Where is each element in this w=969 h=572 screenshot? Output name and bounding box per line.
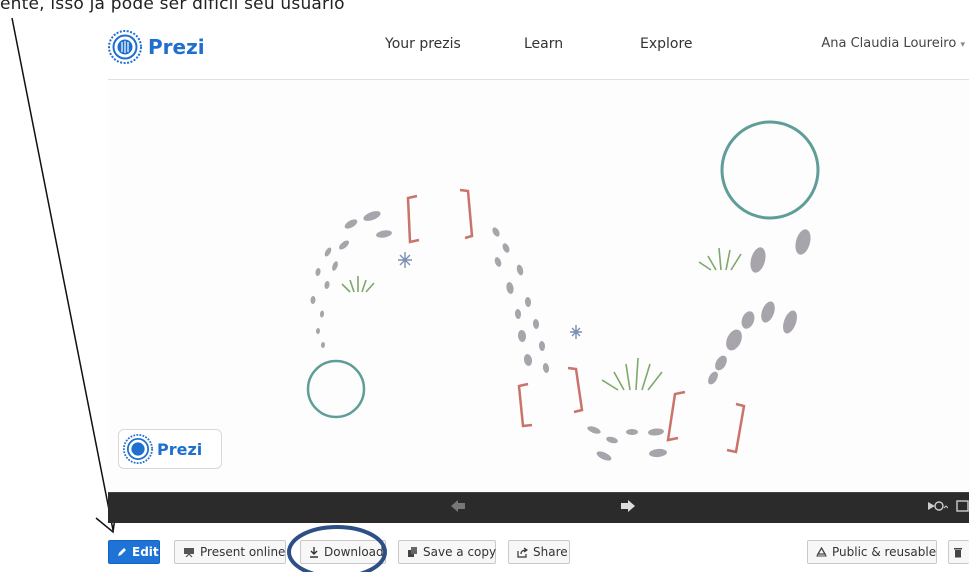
canvas-prezi-logo: Prezi [118, 429, 222, 469]
footprint-trail [310, 211, 811, 461]
arrow-right-icon[interactable] [620, 498, 636, 514]
presentation-icon [184, 547, 194, 557]
user-menu[interactable]: Ana Claudia Loureiro ▾ [821, 36, 965, 51]
nav-explore[interactable]: Explore [640, 36, 693, 52]
download-icon [310, 546, 318, 558]
canvas-drawing [306, 120, 820, 461]
edit-label: Edit [132, 545, 159, 559]
nav-your-prezis[interactable]: Your prezis [385, 36, 461, 52]
copy-icon [408, 546, 417, 557]
save-copy-label: Save a copy [423, 545, 497, 559]
thistle-flowers [398, 252, 582, 339]
present-online-label: Present online [200, 545, 286, 559]
brand-name: Prezi [148, 35, 205, 59]
canvas-logo-text: Prezi [157, 439, 203, 459]
top-bar: Prezi Your prezis Learn Explore Ana Clau… [108, 22, 969, 68]
grass-tufts [341, 247, 742, 391]
share-button[interactable]: Share [508, 540, 570, 564]
delete-button[interactable] [948, 540, 969, 564]
recycle-icon [816, 546, 827, 556]
prezi-logo-icon [108, 30, 142, 64]
autoplay-icon[interactable] [926, 498, 948, 514]
share-label: Share [533, 545, 568, 559]
save-copy-button[interactable]: Save a copy [398, 540, 496, 564]
prezi-logo-icon [123, 434, 153, 464]
chevron-down-icon: ▾ [960, 40, 965, 50]
action-toolbar: Edit Present online Download Save a copy… [108, 540, 969, 566]
edit-button[interactable]: Edit [108, 540, 160, 564]
trash-icon [954, 548, 962, 558]
frame-circle-small [306, 359, 366, 419]
bracket-frames [406, 188, 746, 454]
presentation-canvas[interactable]: Prezi [108, 79, 969, 493]
download-button[interactable]: Download [300, 540, 386, 564]
download-label: Download [324, 545, 384, 559]
frame-circle-large [720, 120, 820, 220]
pencil-icon [118, 548, 126, 556]
share-icon [517, 547, 528, 558]
public-reusable-button[interactable]: Public & reusable [807, 540, 937, 564]
nav-learn[interactable]: Learn [524, 36, 563, 52]
user-name: Ana Claudia Loureiro [821, 36, 957, 51]
present-online-button[interactable]: Present online [174, 540, 286, 564]
brand[interactable]: Prezi [108, 30, 205, 64]
public-reusable-label: Public & reusable [832, 545, 937, 559]
fullscreen-icon[interactable] [956, 498, 969, 514]
arrow-left-icon[interactable] [450, 498, 466, 514]
playback-bar [108, 492, 969, 523]
